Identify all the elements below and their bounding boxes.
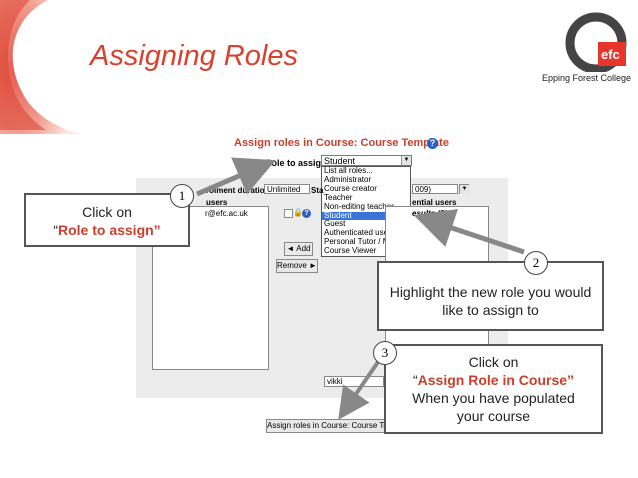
arrow-2 (413, 208, 525, 255)
callout-1-line2: “Role to assign” (26, 221, 188, 239)
callout-role-to-assign: Click on “Role to assign” (24, 193, 190, 247)
step-2-badge: 2 (524, 251, 548, 275)
callout-highlight-role: Highlight the new role you would like to… (377, 261, 604, 331)
step-3-badge: 3 (373, 341, 397, 365)
arrow-3 (338, 360, 380, 420)
callout-2-text: Highlight the new role you would like to… (389, 284, 592, 318)
callout-3-emph: Assign Role in Course” (417, 372, 575, 388)
callout-3-line3: When you have populated (412, 390, 575, 406)
callout-assign-role-in-course: Click on “Assign Role in Course” When yo… (384, 344, 603, 434)
step-1-badge: 1 (170, 184, 194, 208)
arrow-1 (196, 157, 276, 197)
callout-3-line1: Click on (468, 354, 519, 370)
callout-3-line4: your course (456, 408, 531, 424)
callout-3-line2: “Assign Role in Course” (386, 371, 601, 389)
callout-1-line1: Click on (82, 204, 132, 220)
callout-1-emph: Role to assign” (57, 222, 161, 238)
